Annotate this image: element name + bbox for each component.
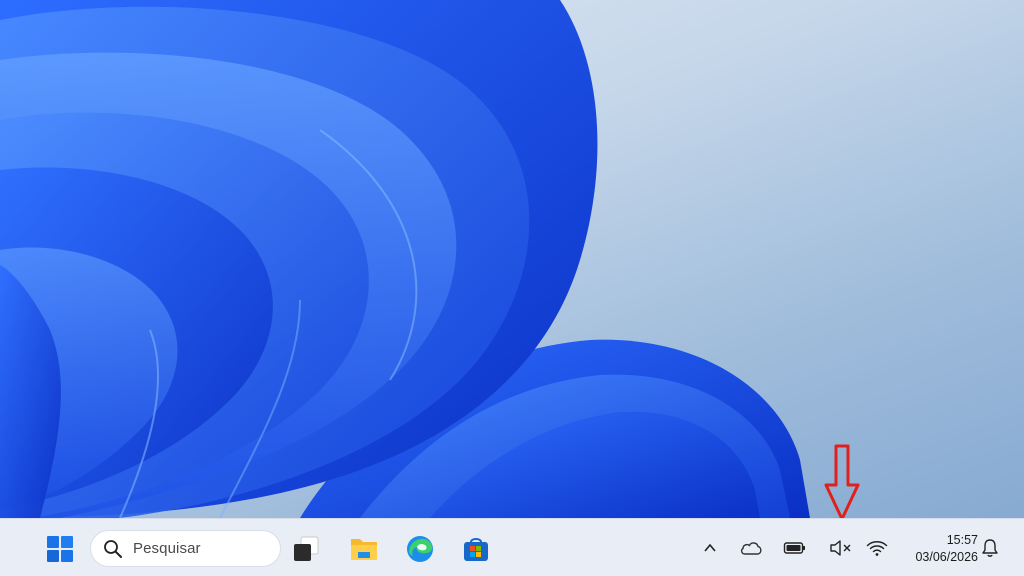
search-icon: [104, 539, 122, 558]
store-icon: [464, 538, 488, 561]
task-view-icon: [294, 536, 319, 561]
file-explorer-button[interactable]: [346, 531, 382, 567]
battery-tray-button[interactable]: [782, 535, 808, 561]
red-arrow-annotation-icon: [824, 444, 860, 518]
show-hidden-icons-button[interactable]: [698, 535, 722, 561]
wifi-icon: [866, 541, 888, 556]
store-button[interactable]: [458, 531, 494, 567]
clock-date: 03/06/2026: [915, 550, 978, 564]
clock-time: 15:57: [946, 533, 978, 547]
onedrive-cloud-icon: [740, 542, 762, 555]
start-button[interactable]: [42, 531, 78, 567]
desktop: [0, 0, 1024, 518]
folder-icon: [351, 539, 377, 560]
onedrive-tray-button[interactable]: [738, 535, 764, 561]
wifi-tray-button[interactable]: [864, 535, 890, 561]
bell-icon: [982, 539, 998, 557]
volume-muted-icon: [830, 540, 851, 556]
battery-icon: [783, 542, 805, 554]
notifications-button[interactable]: [978, 535, 1002, 561]
volume-tray-button[interactable]: [828, 535, 854, 561]
search-placeholder: Pesquisar: [133, 540, 201, 557]
wallpaper-bloom: [0, 0, 810, 518]
windows-logo-icon: [47, 536, 73, 562]
edge-browser-button[interactable]: [402, 531, 438, 567]
task-view-button[interactable]: [288, 531, 324, 567]
edge-icon: [407, 536, 433, 562]
search-box[interactable]: Pesquisar: [90, 530, 281, 567]
clock-button[interactable]: 15:57 03/06/2026: [896, 529, 978, 569]
chevron-up-icon: [704, 543, 716, 552]
taskbar: Pesquisar 15:57 03/06/2026: [0, 518, 1024, 576]
